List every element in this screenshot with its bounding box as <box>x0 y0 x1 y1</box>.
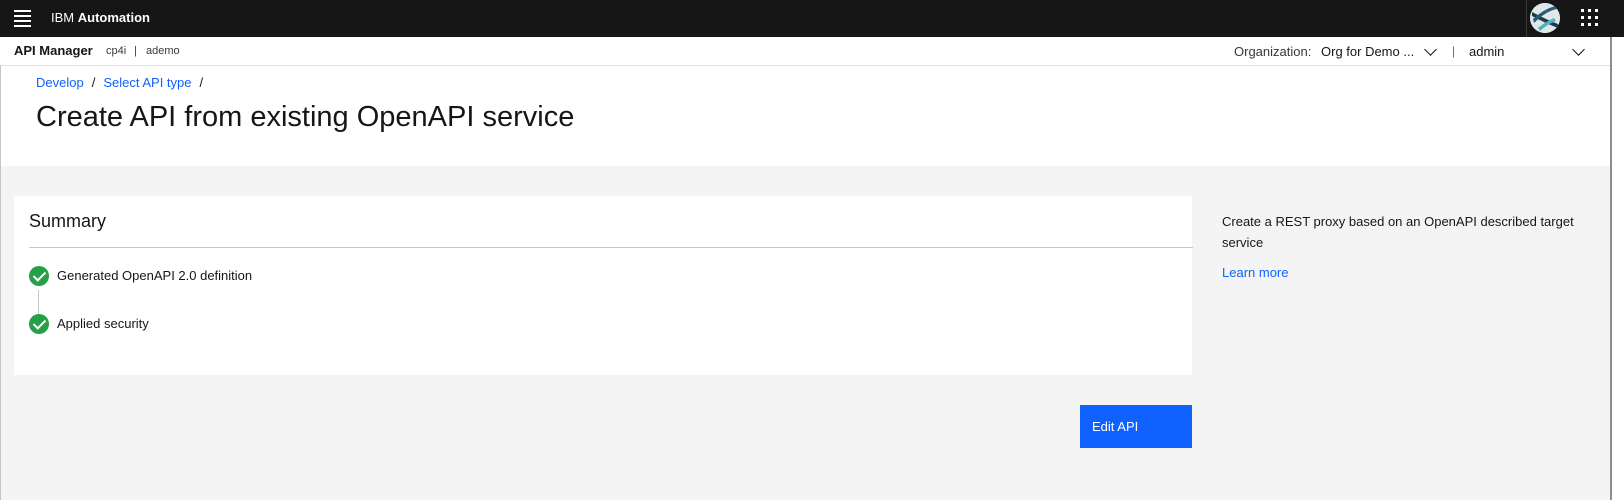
breadcrumb-separator: / <box>91 75 96 90</box>
page-title: Create API from existing OpenAPI service <box>36 101 575 133</box>
hamburger-menu-icon[interactable] <box>14 10 31 27</box>
user-menu[interactable]: admin <box>1469 44 1504 59</box>
checkmark-icon <box>29 314 49 334</box>
header-divider <box>1526 0 1527 37</box>
global-header: IBM Automation <box>0 0 1624 37</box>
chevron-down-icon[interactable] <box>1572 43 1585 56</box>
divider <box>29 247 1193 248</box>
organization-selector[interactable]: Org for Demo ... <box>1321 44 1414 59</box>
user-avatar[interactable] <box>1530 3 1560 33</box>
breadcrumb-develop[interactable]: Develop <box>36 75 84 90</box>
breadcrumb: Develop / Select API type / <box>36 75 211 90</box>
summary-card: Summary Generated OpenAPI 2.0 definition… <box>14 196 1193 375</box>
app-header: API Manager cp4i | ademo Organization: O… <box>0 37 1610 66</box>
scrollbar[interactable] <box>1610 37 1612 500</box>
side-description: Create a REST proxy based on an OpenAPI … <box>1222 214 1574 250</box>
brand-name: Automation <box>77 10 150 25</box>
edit-api-button[interactable]: Edit API <box>1080 405 1192 448</box>
breadcrumb-select-api-type[interactable]: Select API type <box>103 75 191 90</box>
step-connector <box>38 290 39 317</box>
organization-label: Organization: <box>1234 44 1312 59</box>
app-switcher-icon[interactable] <box>1581 9 1598 26</box>
brand-prefix: IBM <box>51 10 75 25</box>
summary-title: Summary <box>29 211 107 231</box>
learn-more-link[interactable]: Learn more <box>1222 265 1288 280</box>
product-brand[interactable]: IBM Automation <box>51 9 150 27</box>
context-separator: | <box>134 45 137 57</box>
app-name[interactable]: API Manager <box>14 43 93 58</box>
step-label: Applied security <box>57 316 149 331</box>
header-separator: | <box>1452 44 1456 58</box>
step-label: Generated OpenAPI 2.0 definition <box>57 268 253 283</box>
breadcrumb-separator: / <box>199 75 204 90</box>
context-instance: cp4i <box>106 45 127 57</box>
context-namespace: ademo <box>146 45 180 57</box>
chevron-down-icon[interactable] <box>1424 43 1437 56</box>
checkmark-icon <box>29 266 49 286</box>
